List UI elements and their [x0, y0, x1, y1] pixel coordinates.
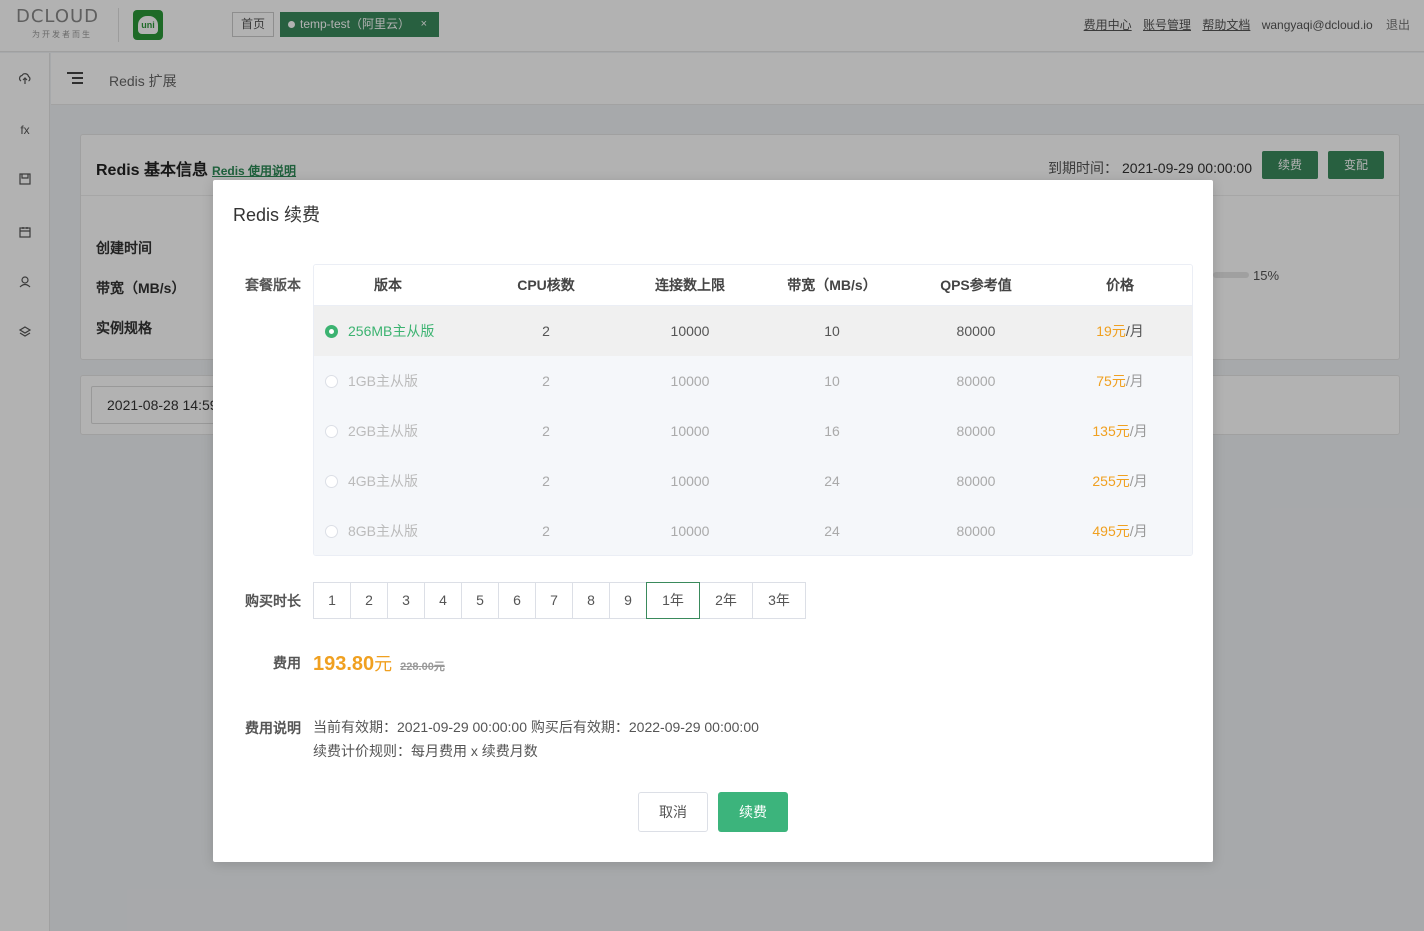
cell-connections: 10000	[670, 523, 710, 539]
table-header: 版本 CPU核数 连接数上限 带宽（MB/s） QPS参考值 价格	[314, 265, 1192, 306]
cell-connections: 10000	[670, 423, 710, 439]
cell-cpu: 2	[542, 423, 550, 439]
duration-option[interactable]: 1	[313, 582, 351, 619]
duration-option[interactable]: 3	[387, 582, 425, 619]
col-cpu: CPU核数	[517, 277, 575, 293]
price-currency: 元	[1111, 323, 1126, 339]
duration-option[interactable]: 8	[572, 582, 610, 619]
col-bandwidth: 带宽（MB/s）	[787, 277, 877, 293]
price-value: 135	[1092, 423, 1116, 439]
price-currency: 元	[1111, 373, 1126, 389]
cancel-button[interactable]: 取消	[638, 792, 708, 832]
renew-dialog: Redis 续费 套餐版本 版本 CPU核数 连接数上限 带宽（MB/s） QP…	[213, 180, 1213, 862]
plan-row[interactable]: 2GB主从版 2 10000 16 80000 135元/月	[314, 406, 1192, 456]
cell-price: 495元/月	[1050, 506, 1190, 555]
price-currency: 元	[1115, 523, 1130, 539]
price-value: 75	[1096, 373, 1112, 389]
cell-qps: 80000	[956, 473, 996, 489]
cell-price: 135元/月	[1050, 406, 1190, 456]
duration-option[interactable]: 3年	[752, 582, 806, 619]
fee-original: 228.00元	[400, 661, 445, 673]
cell-connections: 10000	[670, 323, 710, 339]
plan-table: 版本 CPU核数 连接数上限 带宽（MB/s） QPS参考值 价格 256MB主…	[313, 264, 1193, 556]
fee-description: 当前有效期：2021-09-29 00:00:00 购买后有效期：2022-09…	[313, 715, 759, 763]
cell-version: 8GB主从版	[348, 523, 419, 539]
fee-amount: 193.80元 228.00元	[313, 650, 445, 676]
cell-price: 19元/月	[1050, 306, 1190, 356]
fee-label: 费用	[273, 655, 301, 671]
plan-radio[interactable]	[325, 425, 338, 438]
cell-bandwidth: 10	[824, 373, 840, 389]
cell-bandwidth: 16	[824, 423, 840, 439]
duration-label: 购买时长	[245, 593, 301, 609]
plan-row[interactable]: 1GB主从版 2 10000 10 80000 75元/月	[314, 356, 1192, 406]
fee-desc-label: 费用说明	[245, 720, 301, 736]
price-period: /月	[1129, 473, 1148, 489]
cell-connections: 10000	[670, 373, 710, 389]
cell-price: 75元/月	[1050, 356, 1190, 406]
plan-radio[interactable]	[325, 375, 338, 388]
plan-label: 套餐版本	[245, 277, 301, 293]
cell-cpu: 2	[542, 473, 550, 489]
cell-price: 255元/月	[1050, 456, 1190, 506]
cell-cpu: 2	[542, 373, 550, 389]
cell-qps: 80000	[956, 323, 996, 339]
cell-version: 2GB主从版	[348, 423, 419, 439]
cell-qps: 80000	[956, 423, 996, 439]
plan-radio[interactable]	[325, 325, 338, 338]
fee-current-value: 193.80	[313, 653, 375, 675]
duration-option[interactable]: 2	[350, 582, 388, 619]
price-period: /月	[1125, 323, 1144, 339]
plan-radio[interactable]	[325, 525, 338, 538]
confirm-renew-button[interactable]: 续费	[718, 792, 788, 832]
price-period: /月	[1125, 373, 1144, 389]
cell-qps: 80000	[956, 373, 996, 389]
price-period: /月	[1129, 423, 1148, 439]
cell-version: 1GB主从版	[348, 373, 419, 389]
cell-connections: 10000	[670, 473, 710, 489]
plan-row[interactable]: 8GB主从版 2 10000 24 80000 495元/月	[314, 506, 1192, 555]
cell-bandwidth: 24	[824, 473, 840, 489]
cell-qps: 80000	[956, 523, 996, 539]
col-price: 价格	[1106, 277, 1134, 293]
cell-bandwidth: 10	[824, 323, 840, 339]
plan-radio[interactable]	[325, 475, 338, 488]
fee-current-unit: 元	[374, 654, 393, 674]
duration-option[interactable]: 9	[609, 582, 647, 619]
duration-option[interactable]: 6	[498, 582, 536, 619]
duration-option[interactable]: 2年	[699, 582, 753, 619]
duration-option[interactable]: 4	[424, 582, 462, 619]
duration-option[interactable]: 1年	[646, 582, 700, 619]
fee-current: 193.80元	[313, 653, 392, 675]
fee-desc-rule: 续费计价规则：每月费用 x 续费月数	[313, 743, 538, 759]
col-qps: QPS参考值	[940, 277, 1012, 293]
dialog-title: Redis 续费	[233, 205, 321, 225]
price-value: 255	[1092, 473, 1116, 489]
cell-version: 256MB主从版	[348, 323, 435, 339]
price-value: 495	[1092, 523, 1116, 539]
fee-desc-validity: 当前有效期：2021-09-29 00:00:00 购买后有效期：2022-09…	[313, 719, 759, 735]
price-value: 19	[1096, 323, 1112, 339]
cell-cpu: 2	[542, 523, 550, 539]
plan-row[interactable]: 256MB主从版 2 10000 10 80000 19元/月	[314, 306, 1192, 356]
col-connections: 连接数上限	[655, 277, 725, 293]
duration-option[interactable]: 7	[535, 582, 573, 619]
cell-bandwidth: 24	[824, 523, 840, 539]
cell-cpu: 2	[542, 323, 550, 339]
plan-row[interactable]: 4GB主从版 2 10000 24 80000 255元/月	[314, 456, 1192, 506]
price-currency: 元	[1115, 423, 1130, 439]
col-version: 版本	[374, 277, 402, 293]
price-currency: 元	[1115, 473, 1130, 489]
price-period: /月	[1129, 523, 1148, 539]
cell-version: 4GB主从版	[348, 473, 419, 489]
duration-option[interactable]: 5	[461, 582, 499, 619]
